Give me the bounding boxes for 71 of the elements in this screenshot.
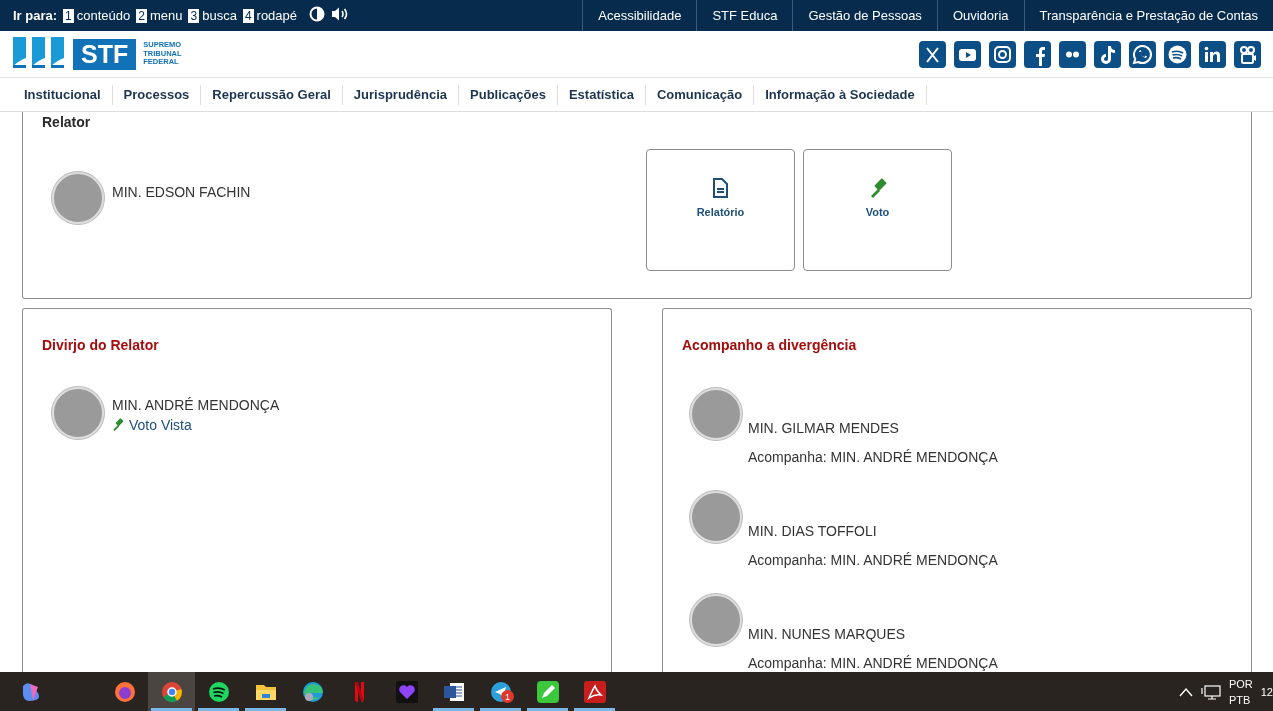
top-link[interactable]: Gestão de Pessoas — [792, 0, 937, 31]
top-link[interactable]: Transparência e Prestação de Contas — [1023, 0, 1273, 31]
section-title: Relator — [42, 114, 92, 130]
browser-icon — [159, 679, 184, 704]
follow-note: Acompanha: MIN. ANDRÉ MENDONÇA — [748, 449, 998, 465]
minister-name: MIN. DIAS TOFFOLI — [748, 523, 878, 539]
minister-name: MIN. NUNES MARQUES — [748, 626, 907, 642]
nav-link[interactable]: Institucional — [13, 84, 113, 105]
chat-phone-icon[interactable] — [1129, 40, 1156, 68]
vote-link[interactable]: Voto Vista — [112, 417, 280, 433]
gavel-icon — [112, 418, 126, 432]
notification-badge: 1 — [501, 690, 514, 703]
top-link[interactable]: STF Educa — [696, 0, 793, 31]
running-indicator — [198, 708, 239, 711]
running-indicator — [527, 708, 568, 711]
top-link[interactable]: Ouvidoria — [936, 0, 1024, 31]
minister-name: MIN. EDSON FACHIN — [112, 184, 251, 200]
speaker-icon[interactable] — [331, 6, 350, 22]
skip-link[interactable]: 1 conteúdo — [63, 8, 131, 23]
skip-link[interactable]: 3 busca — [188, 8, 237, 23]
camera-icon[interactable] — [989, 40, 1016, 68]
chevron-up-icon[interactable] — [1178, 686, 1193, 697]
document-button[interactable]: Relatório — [646, 149, 795, 271]
nav-link[interactable]: Comunicação — [645, 84, 755, 105]
follow-note: Acompanha: MIN. ANDRÉ MENDONÇA — [748, 552, 998, 568]
x-letter-icon[interactable] — [919, 40, 946, 68]
running-indicator — [433, 708, 474, 711]
running-indicator — [480, 708, 521, 711]
ribbon-icon — [355, 681, 364, 702]
sound-waves-icon[interactable] — [1164, 40, 1191, 68]
language-indicator[interactable]: POR PTB — [1228, 675, 1253, 708]
document-button[interactable]: Voto — [803, 149, 952, 271]
two-dots-icon[interactable] — [1059, 40, 1086, 68]
clock[interactable]: 12 — [1260, 685, 1273, 698]
logo-wordmark[interactable]: STF — [73, 38, 137, 70]
music-note-icon[interactable] — [1094, 40, 1121, 68]
running-indicator — [245, 708, 286, 711]
skip-link[interactable]: 2 menu — [136, 8, 183, 23]
skip-links-label: Ir para: — [13, 8, 58, 23]
running-indicator — [151, 708, 192, 711]
section-title: Acompanho a divergência — [682, 337, 858, 353]
browser-icon — [300, 679, 325, 704]
document-icon — [711, 178, 730, 198]
film-camera-icon[interactable] — [1234, 40, 1261, 68]
top-link[interactable]: Acessibilidade — [582, 0, 697, 31]
browser-icon — [112, 679, 137, 704]
minister-name: MIN. ANDRÉ MENDONÇA — [112, 397, 280, 413]
avatar — [52, 172, 104, 224]
nav-link[interactable]: Publicações — [459, 84, 558, 105]
pen-icon — [535, 679, 560, 704]
avatar — [690, 388, 742, 440]
avatar — [690, 594, 742, 646]
in-letter-icon[interactable] — [1199, 40, 1226, 68]
play-button-icon[interactable] — [954, 40, 981, 68]
nav-link[interactable]: Processos — [112, 84, 202, 105]
nav-link[interactable]: Jurisprudência — [342, 84, 460, 105]
minister-name: MIN. GILMAR MENDES — [748, 420, 900, 436]
section-title: Divirjo do Relator — [42, 337, 160, 353]
taskbar-app-button[interactable]: 1 — [477, 672, 524, 711]
running-indicator — [574, 708, 615, 711]
pdf-icon — [582, 679, 607, 704]
contrast-icon[interactable] — [309, 6, 326, 22]
follow-note: Acompanha: MIN. ANDRÉ MENDONÇA — [748, 655, 998, 671]
skip-link[interactable]: 4 rodapé — [242, 8, 298, 23]
f-letter-icon[interactable] — [1024, 40, 1051, 68]
music-icon — [206, 679, 231, 704]
avatar — [690, 491, 742, 543]
nav-link[interactable]: Repercussão Geral — [201, 84, 343, 105]
nav-link[interactable]: Estatística — [557, 84, 646, 105]
avatar — [52, 387, 104, 439]
nav-link[interactable]: Informação à Sociedade — [754, 84, 927, 105]
